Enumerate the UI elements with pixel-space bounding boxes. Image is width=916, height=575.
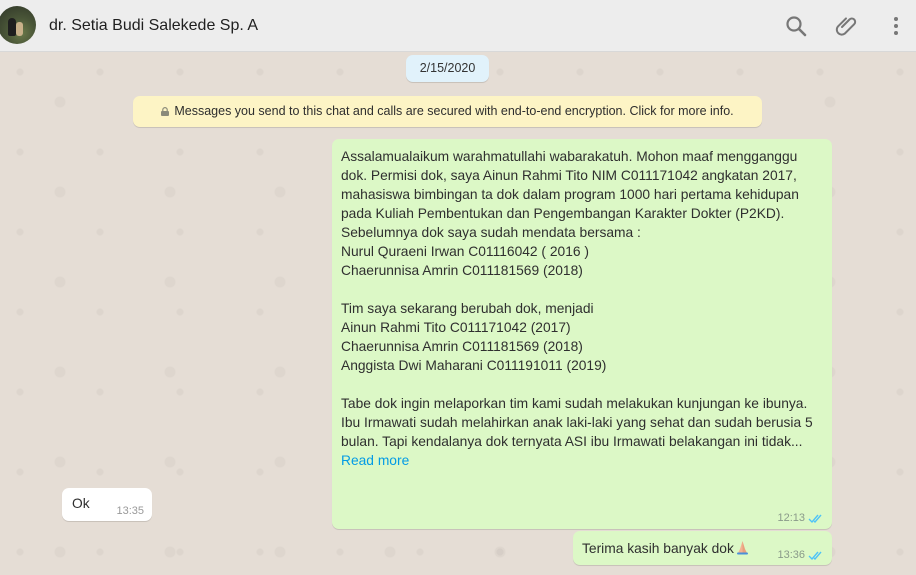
message-meta: 12:13 — [777, 512, 824, 524]
encryption-notice-text: Messages you send to this chat and calls… — [174, 104, 734, 118]
contact-name[interactable]: dr. Setia Budi Salekede Sp. A — [49, 17, 258, 35]
message-text: Terima kasih banyak dok — [582, 541, 734, 556]
message-time: 13:35 — [116, 505, 144, 517]
menu-icon[interactable] — [884, 14, 908, 38]
attach-icon[interactable] — [834, 14, 858, 38]
folded-hands-icon — [735, 540, 750, 555]
read-ticks-icon — [808, 550, 824, 561]
contact-avatar[interactable] — [0, 6, 36, 44]
read-more-link[interactable]: Read more — [341, 451, 823, 470]
message-list[interactable]: 2/15/2020 Messages you send to this chat… — [0, 52, 916, 575]
message-text: Assalamualaikum warahmatullahi wabarakat… — [341, 149, 813, 449]
read-ticks-icon — [808, 513, 824, 524]
message-time: 12:13 — [777, 512, 805, 524]
message-incoming[interactable]: Ok 13:35 — [62, 488, 152, 521]
message-meta: 13:36 — [777, 549, 824, 561]
message-outgoing[interactable]: Assalamualaikum warahmatullahi wabarakat… — [332, 139, 832, 529]
search-icon[interactable] — [784, 14, 808, 38]
message-time: 13:36 — [777, 549, 805, 561]
chat-header: dr. Setia Budi Salekede Sp. A — [0, 0, 916, 52]
date-divider: 2/15/2020 — [406, 55, 489, 82]
message-text: Ok — [72, 496, 90, 511]
message-text-wrap: Terima kasih banyak dok — [582, 540, 750, 556]
lock-icon — [161, 107, 170, 116]
message-meta: 13:35 — [116, 505, 144, 517]
encryption-notice[interactable]: Messages you send to this chat and calls… — [133, 96, 762, 127]
message-outgoing[interactable]: Terima kasih banyak dok 13:36 — [573, 531, 832, 565]
